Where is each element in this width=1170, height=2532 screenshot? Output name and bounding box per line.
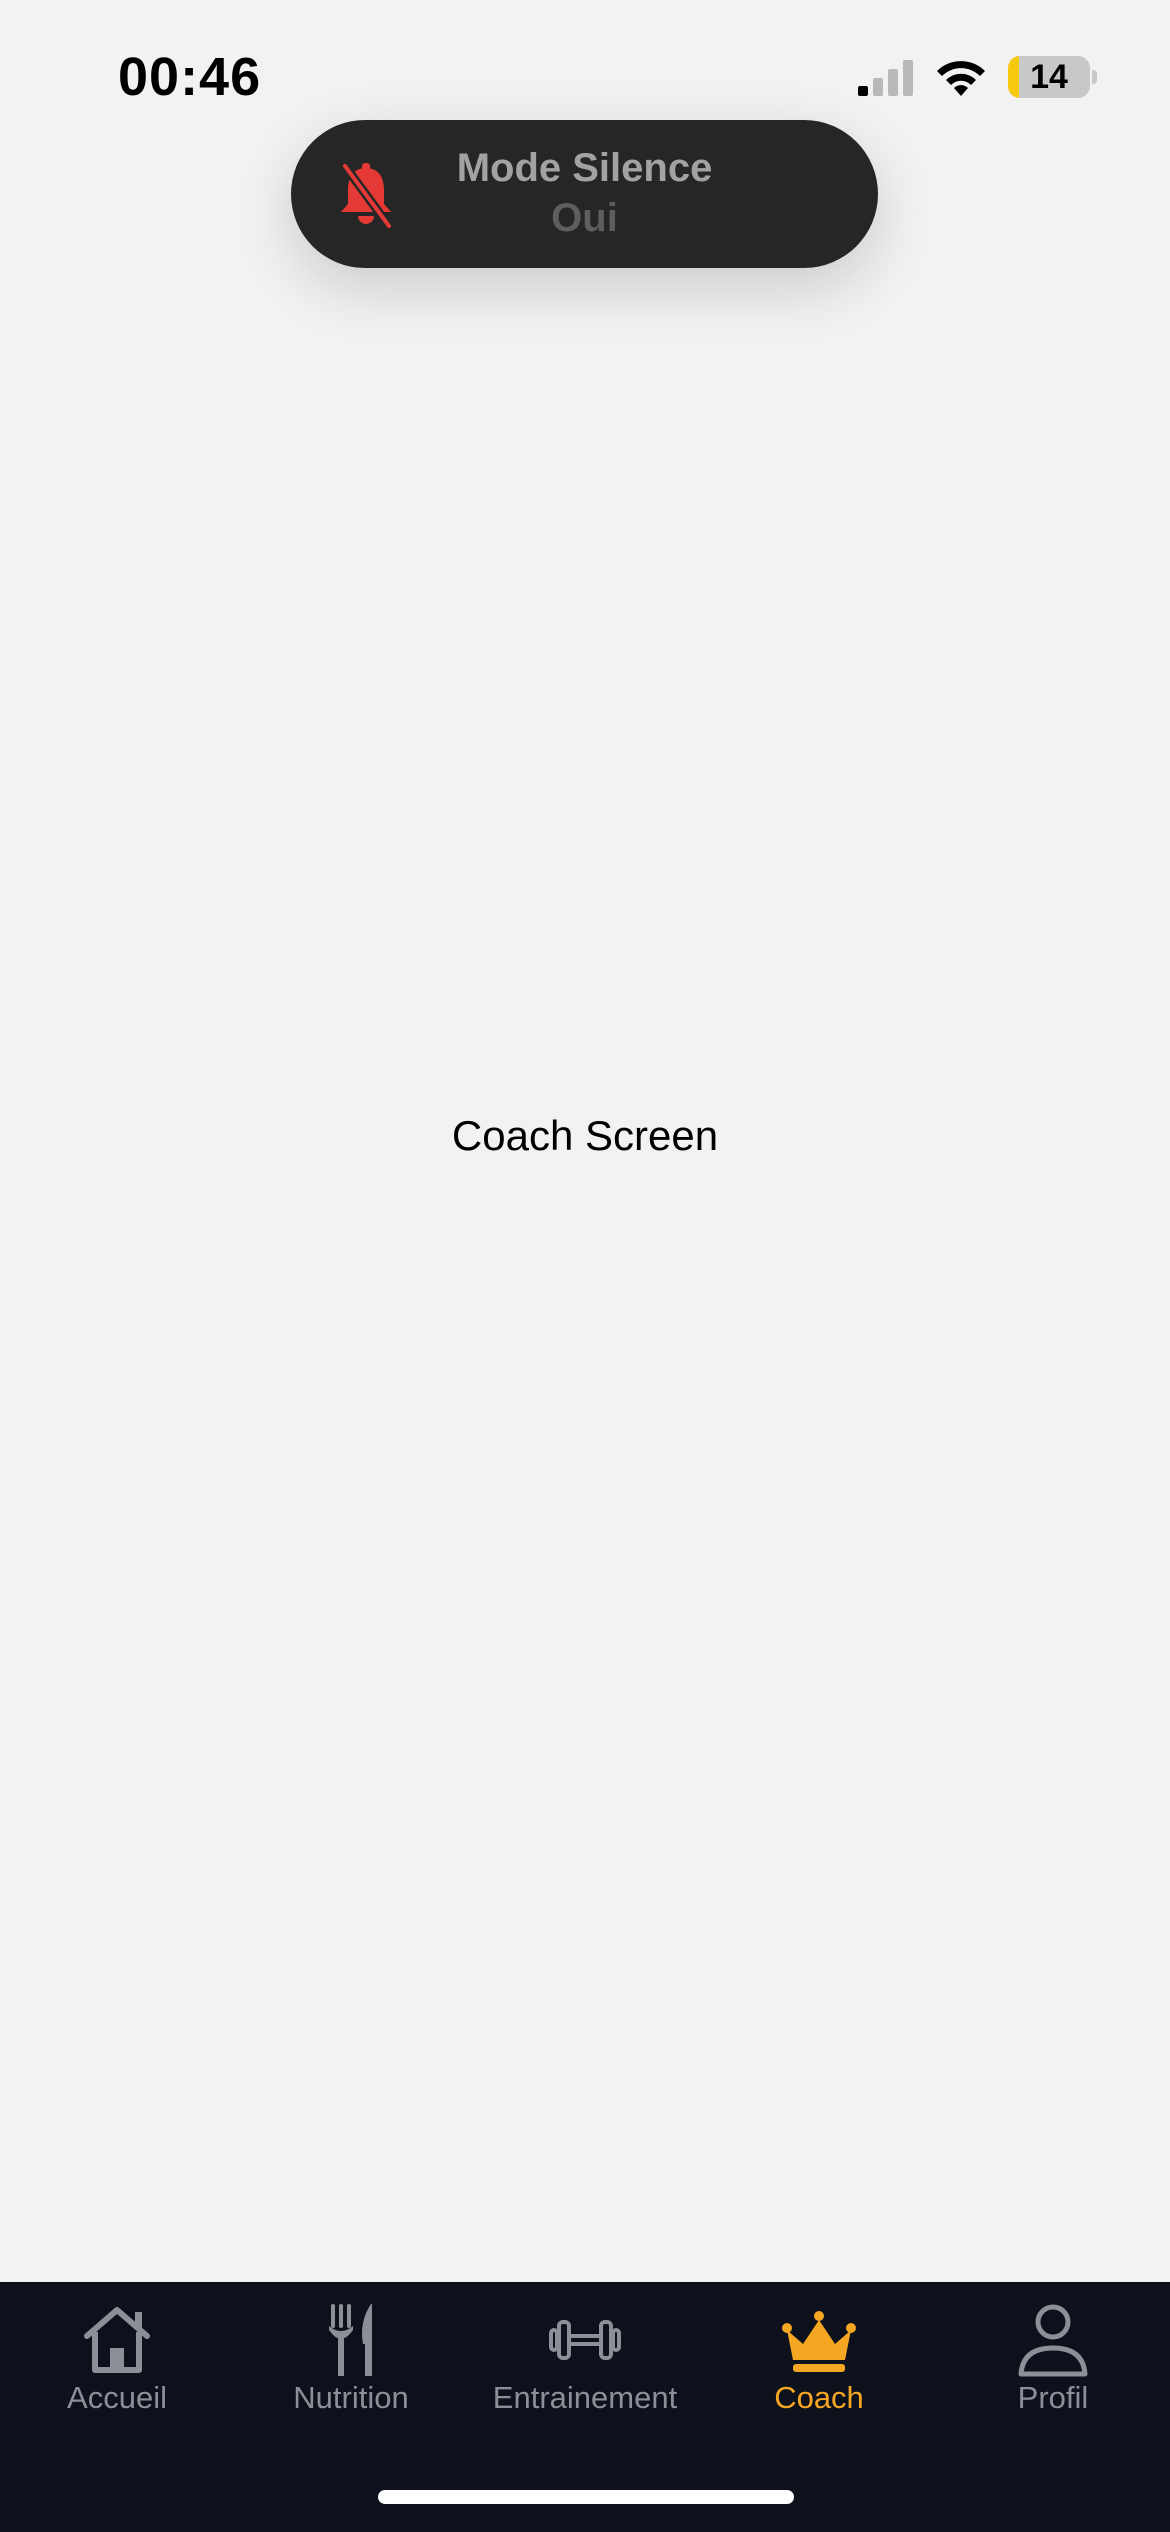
battery-icon: 14 (1008, 56, 1090, 98)
silent-mode-title: Mode Silence (456, 146, 713, 190)
crown-icon (782, 2311, 856, 2372)
tab-coach[interactable]: Coach (702, 2282, 936, 2432)
tab-nutrition[interactable]: Nutrition (234, 2282, 468, 2432)
wifi-icon (937, 61, 985, 96)
tab-entrainement[interactable]: Entrainement (468, 2282, 702, 2432)
tab-label-profil: Profil (1017, 2380, 1089, 2415)
battery-level: 14 (1030, 58, 1068, 96)
silent-mode-value: Oui (551, 196, 618, 240)
tab-label-entrainement: Entrainement (492, 2380, 678, 2415)
tab-label-accueil: Accueil (67, 2380, 167, 2415)
home-indicator[interactable] (378, 2490, 794, 2504)
status-time: 00:46 (118, 47, 262, 107)
tab-profil[interactable]: Profil (936, 2282, 1170, 2432)
signal-icon (858, 60, 913, 96)
fork-knife-icon (329, 2304, 372, 2376)
home-icon (84, 2307, 150, 2373)
battery-cap (1092, 70, 1097, 84)
silent-mode-banner: Mode Silence Oui (291, 120, 878, 268)
dumbbell-icon (549, 2320, 621, 2360)
screen-placeholder-text: Coach Screen (451, 1112, 719, 1159)
coach-screen: 00:46 14 Mode Silence Oui Coach Screen A… (0, 0, 1170, 2532)
tab-label-coach: Coach (774, 2380, 864, 2415)
tab-accueil[interactable]: Accueil (0, 2282, 234, 2432)
tab-label-nutrition: Nutrition (293, 2380, 409, 2415)
person-icon (1018, 2304, 1088, 2377)
